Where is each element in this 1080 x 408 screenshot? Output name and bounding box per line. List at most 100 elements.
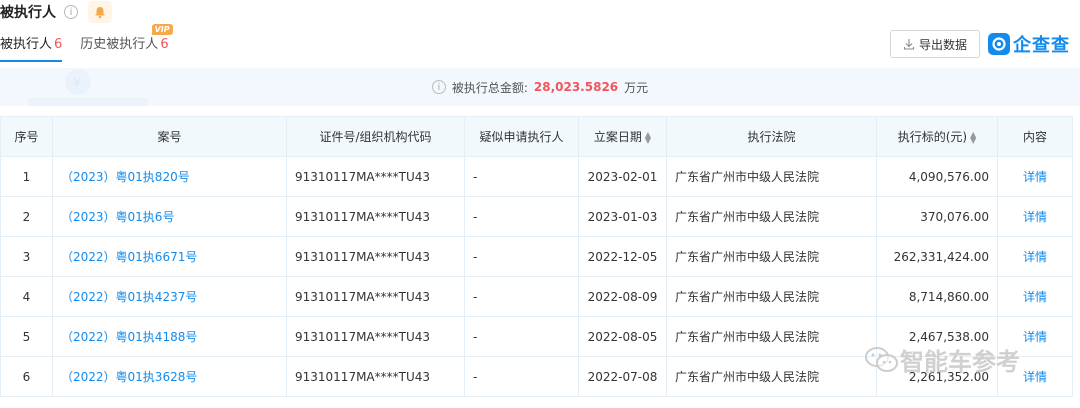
cell-id: 91310117MA****TU43 xyxy=(286,276,465,317)
cell-date: 2023-02-01 xyxy=(578,156,667,197)
svg-text:¥: ¥ xyxy=(73,76,81,90)
col-header-case: 案号 xyxy=(52,116,287,157)
cell-case: （2023）粤01执820号 xyxy=(52,156,287,197)
tab-label: 被执行人 xyxy=(0,37,53,52)
cell-id: 91310117MA****TU43 xyxy=(286,156,465,197)
cell-amount: 370,076.00 xyxy=(876,196,998,237)
col-header-no: 序号 xyxy=(0,116,53,157)
brand-logo: 企查查 xyxy=(988,31,1070,57)
cell-no: 3 xyxy=(0,236,53,277)
cell-id: 91310117MA****TU43 xyxy=(286,196,465,237)
tab-executed-persons[interactable]: 被执行人 6 xyxy=(0,34,63,62)
cell-detail: 详情 xyxy=(997,196,1073,237)
case-link[interactable]: （2022）粤01执4237号 xyxy=(61,290,197,304)
col-header-date-label: 立案日期 xyxy=(593,130,642,144)
cell-id: 91310117MA****TU43 xyxy=(286,356,465,397)
info-circle-icon[interactable]: i xyxy=(64,5,78,19)
case-link[interactable]: （2022）粤01执4188号 xyxy=(61,330,197,344)
case-link[interactable]: （2023）粤01执820号 xyxy=(61,170,190,184)
col-header-amount[interactable]: 执行标的(元) ▲ ▼ xyxy=(876,116,998,157)
table-row: 1 （2023）粤01执820号 91310117MA****TU43 - 20… xyxy=(0,156,1073,197)
tab-bar: 被执行人 6 历史被执行人 6 VIP xyxy=(0,24,187,62)
cell-no: 5 xyxy=(0,316,53,357)
cell-case: （2022）粤01执4188号 xyxy=(52,316,287,357)
table-row: 3 （2022）粤01执6671号 91310117MA****TU43 - 2… xyxy=(0,236,1073,277)
bell-button[interactable] xyxy=(88,1,112,23)
cell-amount: 262,331,424.00 xyxy=(876,236,998,277)
cell-court: 广东省广州市中级人民法院 xyxy=(666,156,877,197)
cell-case: （2023）粤01执6号 xyxy=(52,196,287,237)
wechat-icon xyxy=(865,346,898,372)
cell-applicant: - xyxy=(464,196,579,237)
bell-icon xyxy=(95,6,105,18)
brand-name: 企查查 xyxy=(1013,35,1070,56)
cell-date: 2022-12-05 xyxy=(578,236,667,277)
total-amount-label: 被执行总金额: xyxy=(451,80,528,95)
cell-amount: 4,090,576.00 xyxy=(876,156,998,197)
cell-case: （2022）粤01执6671号 xyxy=(52,236,287,277)
cell-date: 2022-08-09 xyxy=(578,276,667,317)
vip-badge: VIP xyxy=(151,24,173,35)
cell-date: 2023-01-03 xyxy=(578,196,667,237)
wechat-watermark: 智能车参考 xyxy=(864,342,1020,377)
cell-case: （2022）粤01执3628号 xyxy=(52,356,287,397)
cell-amount: 8,714,860.00 xyxy=(876,276,998,317)
total-amount-banner: ¥ i 被执行总金额: 28,023.5826 万元 xyxy=(0,68,1080,106)
section-header: 被执行人 i xyxy=(0,0,112,24)
tab-count: 6 xyxy=(54,37,63,52)
cell-detail: 详情 xyxy=(997,236,1073,277)
cell-detail: 详情 xyxy=(997,156,1073,197)
detail-link[interactable]: 详情 xyxy=(1023,210,1047,224)
info-circle-icon[interactable]: i xyxy=(431,80,446,94)
cell-id: 91310117MA****TU43 xyxy=(286,316,465,357)
cell-no: 2 xyxy=(0,196,53,237)
cell-court: 广东省广州市中级人民法院 xyxy=(666,236,877,277)
cell-no: 6 xyxy=(0,356,53,397)
tab-history-executed-persons[interactable]: 历史被执行人 6 VIP xyxy=(80,24,173,62)
col-header-date[interactable]: 立案日期 ▲ ▼ xyxy=(578,116,667,157)
case-link[interactable]: （2022）粤01执6671号 xyxy=(61,250,197,264)
detail-link[interactable]: 详情 xyxy=(1023,330,1047,344)
qichacha-logo-icon xyxy=(988,33,1010,55)
tab-label: 历史被执行人 xyxy=(80,37,159,52)
cell-court: 广东省广州市中级人民法院 xyxy=(666,196,877,237)
detail-link[interactable]: 详情 xyxy=(1023,250,1047,264)
cell-date: 2022-08-05 xyxy=(578,316,667,357)
cell-no: 1 xyxy=(0,156,53,197)
col-header-court: 执行法院 xyxy=(666,116,877,157)
tab-count: 6 xyxy=(160,37,169,52)
total-amount-unit: 万元 xyxy=(624,80,649,95)
cell-case: （2022）粤01执4237号 xyxy=(52,276,287,317)
detail-link[interactable]: 详情 xyxy=(1023,370,1047,384)
sort-icon[interactable]: ▲ ▼ xyxy=(970,130,976,144)
cell-id: 91310117MA****TU43 xyxy=(286,236,465,277)
case-link[interactable]: （2022）粤01执3628号 xyxy=(61,370,197,384)
col-header-amount-label: 执行标的(元) xyxy=(897,130,968,144)
cell-applicant: - xyxy=(464,316,579,357)
cell-detail: 详情 xyxy=(997,276,1073,317)
cell-applicant: - xyxy=(464,356,579,397)
export-data-button[interactable]: 导出数据 xyxy=(890,30,980,58)
section-title: 被执行人 xyxy=(0,5,56,21)
detail-link[interactable]: 详情 xyxy=(1023,170,1047,184)
sort-icon[interactable]: ▲ ▼ xyxy=(645,130,651,144)
col-header-id: 证件号/组织机构代码 xyxy=(286,116,465,157)
table-header-row: 序号 案号 证件号/组织机构代码 疑似申请执行人 立案日期 ▲ ▼ 执行法院 执行标… xyxy=(0,116,1073,157)
cell-court: 广东省广州市中级人民法院 xyxy=(666,276,877,317)
table-row: 4 （2022）粤01执4237号 91310117MA****TU43 - 2… xyxy=(0,276,1073,317)
case-link[interactable]: （2023）粤01执6号 xyxy=(61,210,174,224)
table-row: 2 （2023）粤01执6号 91310117MA****TU43 - 2023… xyxy=(0,196,1073,237)
yuan-watermark-icon: ¥ xyxy=(28,69,148,106)
col-header-applicant: 疑似申请执行人 xyxy=(464,116,579,157)
cell-applicant: - xyxy=(464,156,579,197)
cell-no: 4 xyxy=(0,276,53,317)
col-header-detail: 内容 xyxy=(997,116,1073,157)
cell-date: 2022-07-08 xyxy=(578,356,667,397)
total-amount-value: 28,023.5826 xyxy=(533,80,619,94)
cell-court: 广东省广州市中级人民法院 xyxy=(666,316,877,357)
watermark-text: 智能车参考 xyxy=(900,348,1020,376)
cell-applicant: - xyxy=(464,236,579,277)
download-icon xyxy=(903,39,915,50)
detail-link[interactable]: 详情 xyxy=(1023,290,1047,304)
cell-applicant: - xyxy=(464,276,579,317)
